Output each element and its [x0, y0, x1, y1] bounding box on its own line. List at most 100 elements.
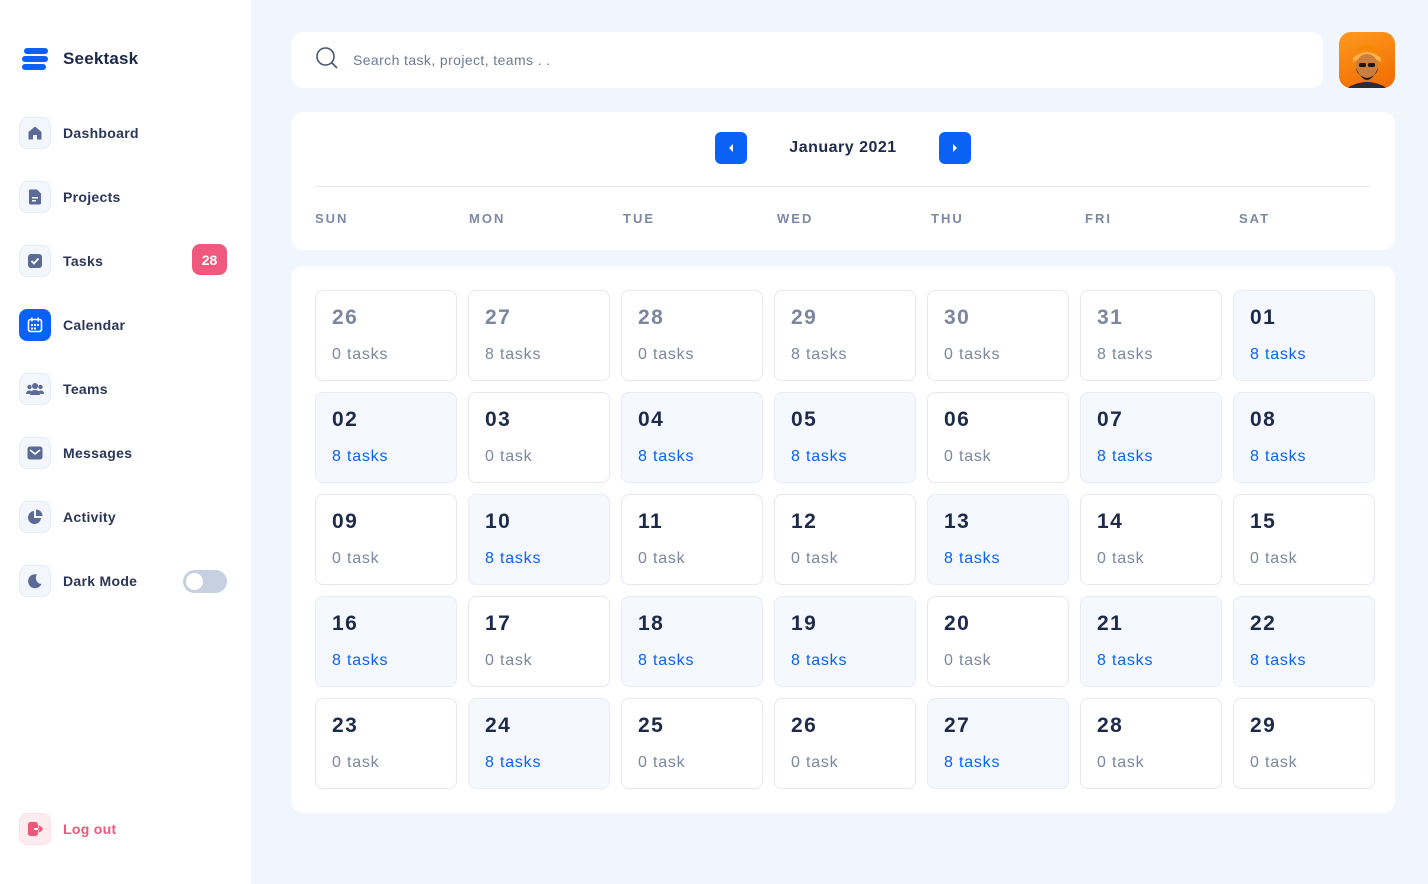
day-number: 17 — [485, 612, 512, 635]
next-month-button[interactable] — [939, 132, 971, 164]
calendar-day-cell[interactable]: 23 0 task — [315, 698, 457, 789]
calendar-day-cell[interactable]: 19 8 tasks — [774, 596, 916, 687]
day-task-count: 8 tasks — [791, 652, 848, 669]
sidebar-item-calendar[interactable]: Calendar — [19, 309, 229, 341]
pie-chart-icon — [19, 501, 51, 533]
calendar-day-cell[interactable]: 24 8 tasks — [468, 698, 610, 789]
day-task-count: 8 tasks — [638, 448, 695, 465]
sidebar-item-activity[interactable]: Activity — [19, 501, 229, 533]
calendar-day-cell[interactable]: 25 0 task — [621, 698, 763, 789]
calendar-day-cell[interactable]: 04 8 tasks — [621, 392, 763, 483]
day-task-count: 8 tasks — [944, 754, 1001, 771]
sidebar-item-dark-mode[interactable]: Dark Mode — [19, 565, 229, 597]
sidebar-item-teams[interactable]: Teams — [19, 373, 229, 405]
day-task-count: 0 task — [485, 652, 533, 669]
calendar-day-cell[interactable]: 29 0 task — [1233, 698, 1375, 789]
calendar-day-cell[interactable]: 14 0 task — [1080, 494, 1222, 585]
calendar-day-cell[interactable]: 09 0 task — [315, 494, 457, 585]
calendar-day-cell[interactable]: 26 0 tasks — [315, 290, 457, 381]
logout-button[interactable]: Log out — [19, 813, 229, 845]
day-number: 08 — [1250, 408, 1277, 431]
brand-name: Seektask — [63, 49, 139, 68]
sidebar-item-tasks[interactable]: Tasks 28 — [19, 244, 229, 277]
day-number: 06 — [944, 408, 971, 431]
weekday-label: WED — [777, 211, 814, 226]
calendar-day-cell[interactable]: 17 0 task — [468, 596, 610, 687]
calendar-day-cell[interactable]: 03 0 task — [468, 392, 610, 483]
day-task-count: 0 task — [791, 754, 839, 771]
weekday-label: THU — [931, 211, 964, 226]
calendar-day-cell[interactable]: 15 0 task — [1233, 494, 1375, 585]
calendar-day-cell[interactable]: 31 8 tasks — [1080, 290, 1222, 381]
calendar-day-cell[interactable]: 13 8 tasks — [927, 494, 1069, 585]
day-task-count: 8 tasks — [1250, 346, 1307, 363]
search-bar[interactable] — [291, 32, 1323, 88]
day-number: 12 — [791, 510, 818, 533]
day-number: 09 — [332, 510, 359, 533]
calendar-day-cell[interactable]: 29 8 tasks — [774, 290, 916, 381]
calendar-day-cell[interactable]: 06 0 task — [927, 392, 1069, 483]
calendar-day-cell[interactable]: 08 8 tasks — [1233, 392, 1375, 483]
day-task-count: 0 tasks — [638, 346, 695, 363]
day-number: 24 — [485, 714, 512, 737]
day-number: 15 — [1250, 510, 1277, 533]
day-number: 22 — [1250, 612, 1277, 635]
sidebar-item-label: Calendar — [63, 317, 126, 333]
avatar[interactable] — [1339, 32, 1395, 88]
calendar-day-cell[interactable]: 20 0 task — [927, 596, 1069, 687]
day-number: 10 — [485, 510, 512, 533]
calendar-day-cell[interactable]: 05 8 tasks — [774, 392, 916, 483]
day-number: 03 — [485, 408, 512, 431]
day-number: 28 — [1097, 714, 1124, 737]
calendar-day-cell[interactable]: 26 0 task — [774, 698, 916, 789]
day-task-count: 8 tasks — [1097, 652, 1154, 669]
day-task-count: 8 tasks — [638, 652, 695, 669]
day-number: 26 — [332, 306, 359, 329]
logout-label: Log out — [63, 821, 117, 837]
calendar-day-cell[interactable]: 02 8 tasks — [315, 392, 457, 483]
search-input[interactable] — [353, 52, 1253, 68]
sidebar-item-messages[interactable]: Messages — [19, 437, 229, 469]
search-icon — [315, 46, 339, 75]
brand[interactable]: Seektask — [22, 46, 138, 72]
dark-mode-toggle[interactable] — [183, 570, 227, 593]
day-task-count: 0 task — [638, 754, 686, 771]
day-task-count: 8 tasks — [944, 550, 1001, 567]
day-task-count: 0 task — [1250, 550, 1298, 567]
calendar-day-cell[interactable]: 28 0 tasks — [621, 290, 763, 381]
day-number: 31 — [1097, 306, 1124, 329]
sidebar-item-dashboard[interactable]: Dashboard — [19, 117, 229, 149]
calendar-day-cell[interactable]: 22 8 tasks — [1233, 596, 1375, 687]
day-number: 26 — [791, 714, 818, 737]
calendar-day-cell[interactable]: 30 0 tasks — [927, 290, 1069, 381]
seektask-logo-icon — [22, 46, 48, 72]
day-task-count: 0 task — [1097, 754, 1145, 771]
day-number: 05 — [791, 408, 818, 431]
day-number: 30 — [944, 306, 971, 329]
calendar-day-cell[interactable]: 16 8 tasks — [315, 596, 457, 687]
day-number: 04 — [638, 408, 665, 431]
calendar-day-cell[interactable]: 07 8 tasks — [1080, 392, 1222, 483]
day-number: 29 — [791, 306, 818, 329]
tasks-count-badge: 28 — [192, 244, 227, 275]
calendar-day-cell[interactable]: 01 8 tasks — [1233, 290, 1375, 381]
weekday-label: TUE — [623, 211, 655, 226]
day-task-count: 0 task — [944, 448, 992, 465]
calendar-day-cell[interactable]: 28 0 task — [1080, 698, 1222, 789]
day-task-count: 0 task — [1097, 550, 1145, 567]
calendar-day-cell[interactable]: 12 0 task — [774, 494, 916, 585]
calendar-header: January 2021 SUN MON TUE WED THU FRI SAT — [291, 112, 1395, 250]
weekday-label: SAT — [1239, 211, 1271, 226]
calendar-day-cell[interactable]: 10 8 tasks — [468, 494, 610, 585]
calendar-day-cell[interactable]: 27 8 tasks — [927, 698, 1069, 789]
day-number: 13 — [944, 510, 971, 533]
day-number: 25 — [638, 714, 665, 737]
day-task-count: 8 tasks — [1250, 652, 1307, 669]
calendar-icon — [19, 309, 51, 341]
calendar-day-cell[interactable]: 27 8 tasks — [468, 290, 610, 381]
weekday-label: FRI — [1085, 211, 1112, 226]
calendar-day-cell[interactable]: 11 0 task — [621, 494, 763, 585]
sidebar-item-projects[interactable]: Projects — [19, 181, 229, 213]
calendar-day-cell[interactable]: 21 8 tasks — [1080, 596, 1222, 687]
calendar-day-cell[interactable]: 18 8 tasks — [621, 596, 763, 687]
